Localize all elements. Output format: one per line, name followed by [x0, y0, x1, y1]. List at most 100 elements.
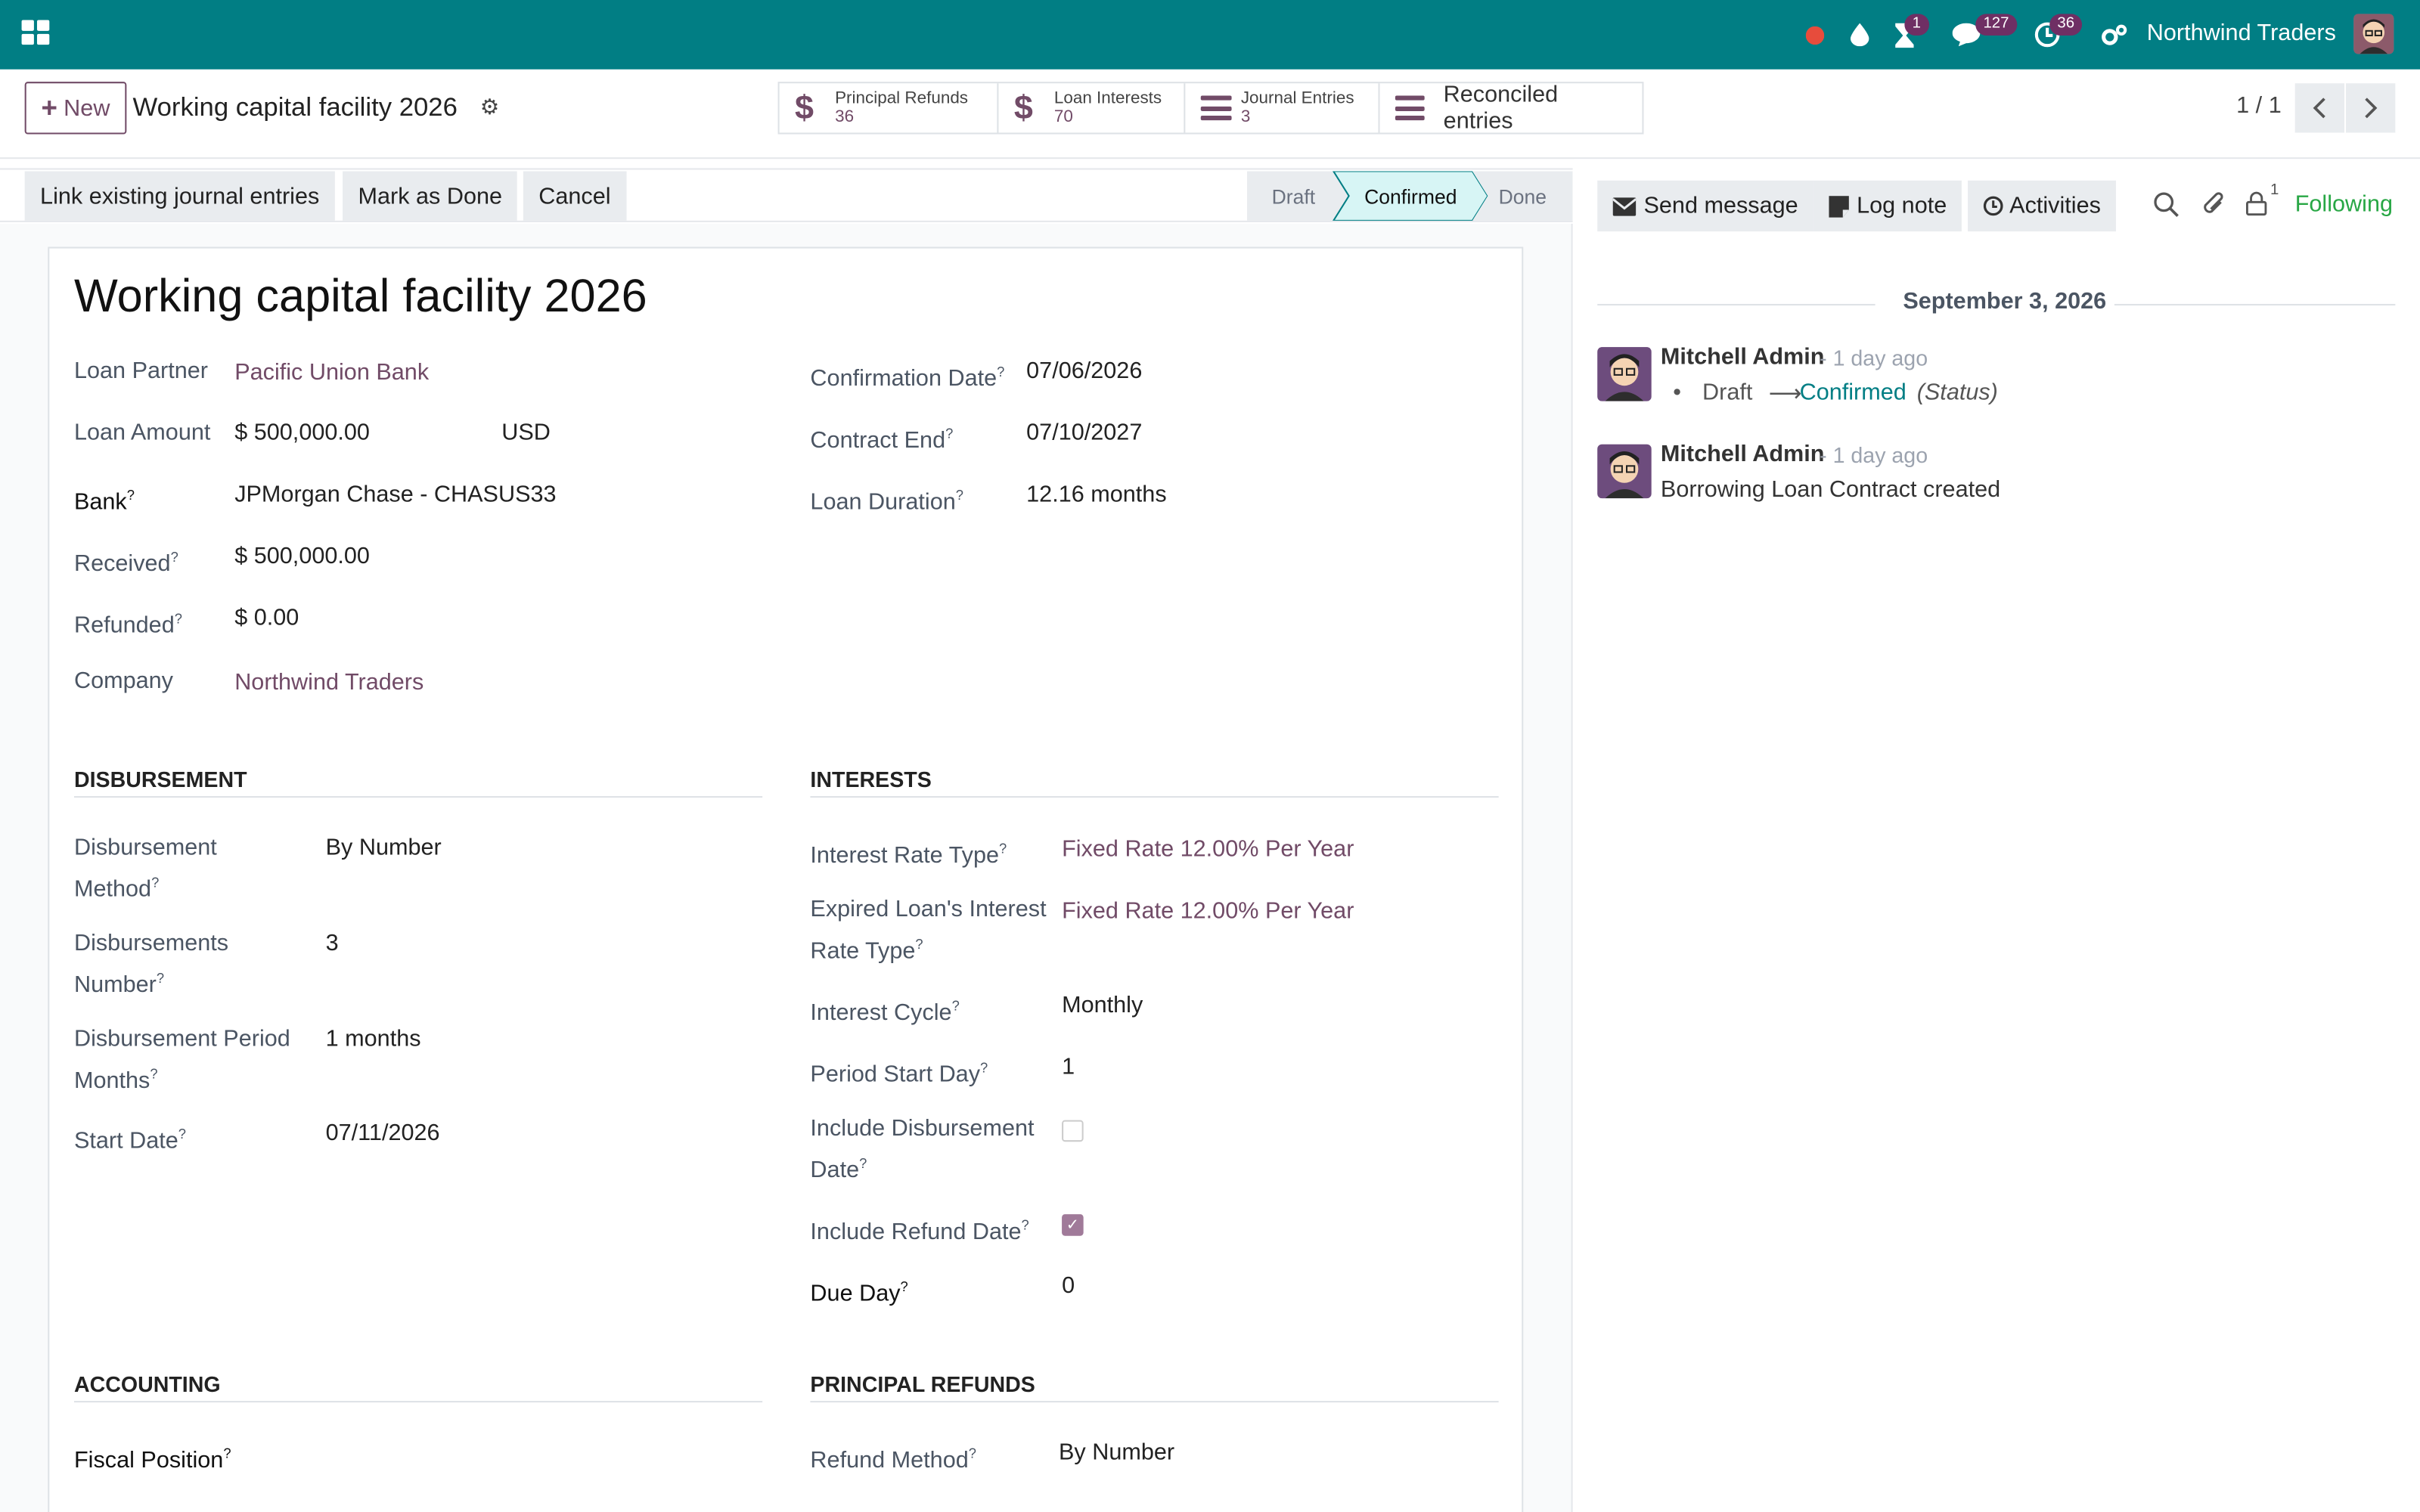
tracking-old-value: Draft [1702, 380, 1753, 406]
interest-cycle-label: Interest Cycle? [810, 998, 960, 1027]
activities-button[interactable]: Activities [1968, 180, 2117, 232]
mark-as-done-button[interactable]: Mark as Done [343, 171, 518, 221]
paperclip-icon[interactable] [2201, 190, 2226, 225]
disbursements-number-value[interactable]: 3 [326, 928, 339, 962]
refunded-label: Refunded? [73, 611, 182, 639]
followers-lock-icon[interactable] [2245, 191, 2267, 224]
record-name[interactable]: Working capital facility 2026 [74, 271, 647, 324]
messages-badge: 127 [1975, 14, 2017, 36]
smart-value: 36 [835, 107, 855, 127]
label-line: Due Day [810, 1280, 901, 1307]
loan-interests-button[interactable]: $ Loan Interests 70 [998, 83, 1186, 133]
stage-done[interactable]: Done [1499, 172, 1547, 221]
tracking-new-value: Confirmed [1799, 380, 1907, 406]
disbursement-method-value[interactable]: By Number [326, 832, 442, 866]
smart-label: Journal Entries [1240, 89, 1354, 108]
messages-icon[interactable] [1951, 0, 1982, 70]
search-icon[interactable] [2153, 191, 2180, 225]
loan-duration-label-text: Loan Duration [810, 488, 956, 516]
bank-value[interactable]: JPMorgan Chase - CHASUS33 [234, 479, 556, 513]
dollar-icon: $ [1013, 88, 1033, 127]
interest-rate-type-label: Interest Rate Type? [810, 841, 1007, 869]
label-line: Months [73, 1067, 150, 1094]
dollar-icon: $ [795, 88, 814, 127]
date-divider-line [2114, 304, 2396, 306]
received-value: $ 500,000.00 [234, 543, 370, 570]
pager-next-button[interactable] [2346, 83, 2396, 133]
refunded-label-text: Refunded [73, 612, 175, 639]
due-day-label: Due Day? [810, 1278, 908, 1307]
cancel-button[interactable]: Cancel [523, 171, 626, 221]
recording-icon[interactable] [1801, 0, 1829, 70]
following-button[interactable]: Following [2295, 191, 2393, 218]
gear-icon[interactable]: ⚙ [480, 94, 500, 120]
message-author[interactable]: Mitchell Admin [1661, 344, 1825, 370]
disbursement-period-value[interactable]: 1 months [326, 1023, 421, 1057]
include-disbursement-date-checkbox[interactable] [1062, 1120, 1084, 1142]
activities-label: Activities [2009, 193, 2101, 219]
start-date-label: Start Date? [73, 1126, 187, 1154]
interest-rate-type-value[interactable]: Fixed Rate 12.00% Per Year [1062, 833, 1354, 867]
app-menu-icon[interactable] [21, 20, 50, 45]
link-journal-entries-button[interactable]: Link existing journal entries [24, 171, 335, 221]
clock-icon [1983, 196, 2003, 216]
smart-label: Loan Interests [1053, 89, 1162, 108]
smart-label: Reconciled entries [1443, 82, 1559, 135]
settings-gears-icon[interactable] [2099, 0, 2130, 70]
label-line: Date [810, 1157, 860, 1184]
debug-drop-icon[interactable] [1846, 0, 1874, 70]
received-label-text: Received [73, 550, 171, 578]
send-message-button[interactable]: Send message [1597, 180, 1814, 232]
activity-badge: 1 [1904, 14, 1929, 36]
avatar[interactable] [1597, 347, 1652, 401]
stage-confirmed[interactable]: Confirmed [1364, 172, 1457, 221]
label-line: Start Date [73, 1127, 178, 1154]
due-day-value[interactable]: 0 [1062, 1270, 1075, 1304]
interest-cycle-value[interactable]: Monthly [1062, 989, 1143, 1023]
loan-partner-value[interactable]: Pacific Union Bank [234, 356, 429, 390]
refund-method-value[interactable]: By Number [1059, 1436, 1174, 1470]
company-switcher[interactable]: Northwind Traders [2147, 20, 2336, 47]
period-start-day-value[interactable]: 1 [1062, 1051, 1075, 1085]
reconciled-entries-button[interactable]: Reconciled entries [1379, 82, 1642, 135]
include-disbursement-date-label: Include Disbursement Date? [810, 1115, 1035, 1184]
pager-value[interactable]: 1 / 1 [2236, 92, 2282, 119]
start-date-value[interactable]: 07/11/2026 [326, 1117, 440, 1151]
loan-duration-label: Loan Duration? [810, 487, 963, 516]
journal-entries-button[interactable]: Journal Entries 3 [1185, 83, 1380, 133]
log-note-button[interactable]: Log note [1813, 180, 1962, 232]
loan-amount-label: Loan Amount [73, 420, 211, 446]
envelope-icon [1612, 197, 1637, 215]
principal-refunds-section-title: PRINCIPAL REFUNDS [810, 1371, 1035, 1396]
company-value[interactable]: Northwind Traders [234, 667, 424, 701]
period-start-day-label: Period Start Day? [810, 1060, 988, 1088]
include-refund-date-checkbox[interactable]: ✓ [1062, 1214, 1084, 1236]
loan-currency-value[interactable]: USD [501, 417, 551, 451]
accounting-section-title: ACCOUNTING [73, 1371, 221, 1396]
message-time: - 1 day ago [1820, 442, 1928, 468]
label-line: Interest Cycle [810, 999, 952, 1027]
tracking-bullet: • [1673, 380, 1681, 406]
label-line: Include Refund Date [810, 1219, 1022, 1245]
company-label: Company [73, 668, 173, 695]
confirmation-date-value[interactable]: 07/06/2026 [1026, 355, 1142, 389]
new-button[interactable]: + New [24, 82, 127, 135]
contract-end-value[interactable]: 07/10/2027 [1026, 417, 1142, 451]
expired-rate-type-label: Expired Loan's Interest Rate Type? [810, 896, 1047, 965]
date-separator: September 3, 2026 [1903, 288, 2107, 315]
principal-refunds-button[interactable]: $ Principal Refunds 36 [780, 83, 999, 133]
avatar[interactable] [1597, 444, 1652, 499]
label-line: Fiscal Position [73, 1447, 224, 1473]
message-author[interactable]: Mitchell Admin [1661, 442, 1825, 468]
contract-end-label: Contract End? [810, 426, 954, 454]
smart-buttons: $ Principal Refunds 36 $ Loan Interests 70… [777, 82, 1644, 135]
pager-previous-button[interactable] [2294, 83, 2345, 133]
expired-rate-type-value[interactable]: Fixed Rate 12.00% Per Year [1062, 895, 1354, 929]
smart-value: 3 [1240, 107, 1251, 127]
stage-draft[interactable]: Draft [1272, 172, 1315, 221]
top-navbar: 1 127 36 Northwind Traders [0, 0, 2420, 70]
user-avatar[interactable] [2353, 14, 2394, 54]
new-button-label: New [64, 94, 110, 122]
list-icon [1395, 95, 1426, 121]
loan-amount-value[interactable]: $ 500,000.00 [234, 417, 370, 451]
